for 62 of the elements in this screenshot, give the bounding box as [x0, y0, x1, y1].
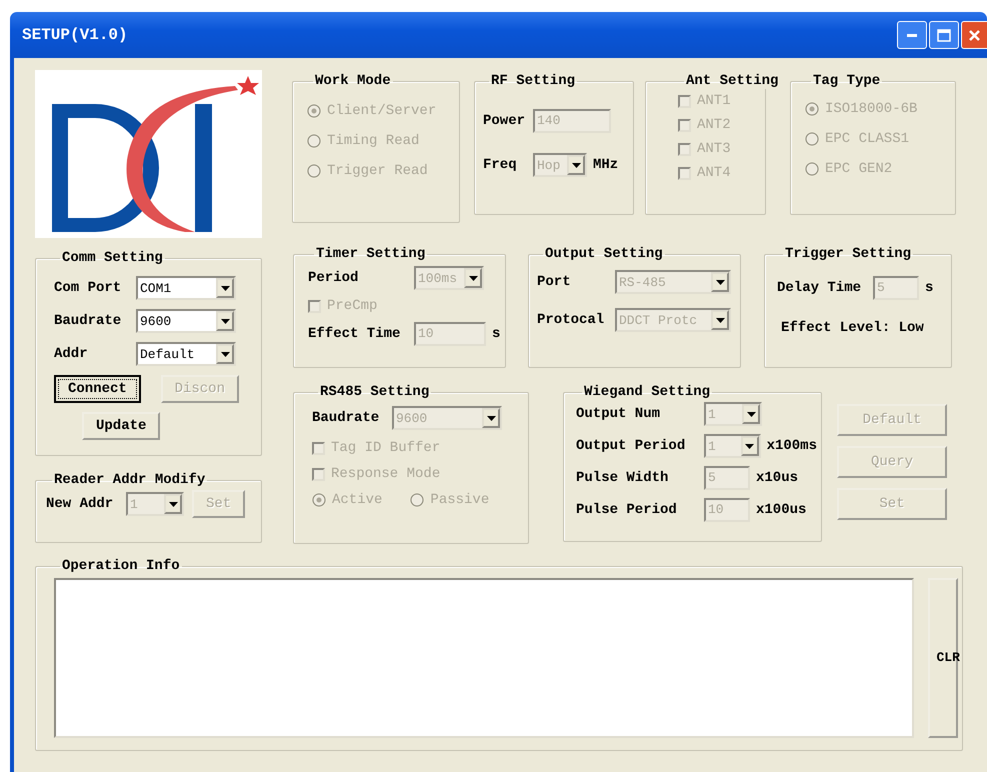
maximize-button[interactable]: [929, 21, 959, 49]
group-title: Tag Type: [812, 73, 882, 89]
dropdown-arrow-button[interactable]: [216, 311, 234, 331]
dropdown[interactable]: 9600: [136, 309, 236, 333]
window-title: SETUP(V1.0): [22, 26, 129, 44]
caret-icon: [220, 318, 230, 324]
field-label: Pulse Width: [576, 470, 670, 486]
field-label: Baudrate: [312, 410, 380, 426]
field-label: Output Num: [576, 406, 662, 422]
group-title: Wiegand Setting: [583, 384, 712, 400]
status-text: Effect Level: Low: [781, 320, 924, 336]
field-label: Protocal: [537, 312, 606, 328]
field-label: Pulse Period: [576, 502, 678, 518]
minimize-button[interactable]: [897, 21, 927, 49]
group-title: Ant Setting: [685, 73, 780, 89]
unit-label: x100ms: [766, 438, 817, 454]
caret-icon: [745, 444, 754, 448]
unit-label: s: [492, 326, 500, 342]
minimize-icon: [907, 33, 917, 37]
group-title: Trigger Setting: [784, 246, 912, 262]
dropdown-arrow-button[interactable]: [216, 344, 234, 364]
field-label: Baudrate: [54, 313, 122, 329]
dropdown[interactable]: COM1: [136, 276, 236, 300]
unit-label: x10us: [756, 470, 798, 486]
group-title: RS485 Setting: [319, 384, 430, 400]
dropdown[interactable]: Default: [136, 342, 236, 366]
group-title: Reader Addr Modify: [53, 472, 206, 488]
caret-icon: [716, 280, 724, 284]
group-title: Output Setting: [544, 246, 664, 262]
caret-icon: [468, 276, 478, 280]
field-label: New Addr: [46, 496, 114, 512]
unit-label: x100us: [756, 502, 806, 518]
field-label: Com Port: [54, 280, 122, 296]
unit-label: MHz: [593, 157, 618, 173]
caret-icon: [716, 318, 724, 322]
close-icon: [968, 28, 981, 42]
unit-label: s: [925, 280, 934, 296]
maximize-icon: [937, 28, 951, 42]
field-label: Freq: [483, 157, 518, 173]
button[interactable]: Update: [82, 412, 160, 440]
caret-icon: [168, 502, 178, 506]
clear-button[interactable]: CLR: [928, 578, 958, 738]
group-title: Work Mode: [314, 73, 392, 89]
dropdown-arrow-button[interactable]: [216, 278, 234, 298]
field-label: Period: [308, 270, 360, 286]
field-label: Delay Time: [777, 280, 862, 296]
field-label: Power: [483, 113, 526, 129]
group-title: Comm Setting: [61, 250, 164, 266]
caret-icon: [220, 286, 230, 290]
close-button[interactable]: [961, 21, 987, 49]
caret-icon: [486, 416, 496, 420]
field-label: Port: [537, 274, 572, 290]
field-label: Addr: [54, 346, 89, 362]
group-title: RF Setting: [490, 73, 576, 89]
group-title: Operation Info: [61, 558, 181, 574]
caret-icon: [746, 412, 756, 416]
field-label: Effect Time: [308, 326, 402, 342]
caret-icon: [572, 162, 580, 168]
caret-icon: [220, 352, 230, 356]
button[interactable]: Connect: [54, 375, 141, 403]
group-title: Timer Setting: [315, 246, 426, 262]
field-label: Output Period: [576, 438, 686, 454]
